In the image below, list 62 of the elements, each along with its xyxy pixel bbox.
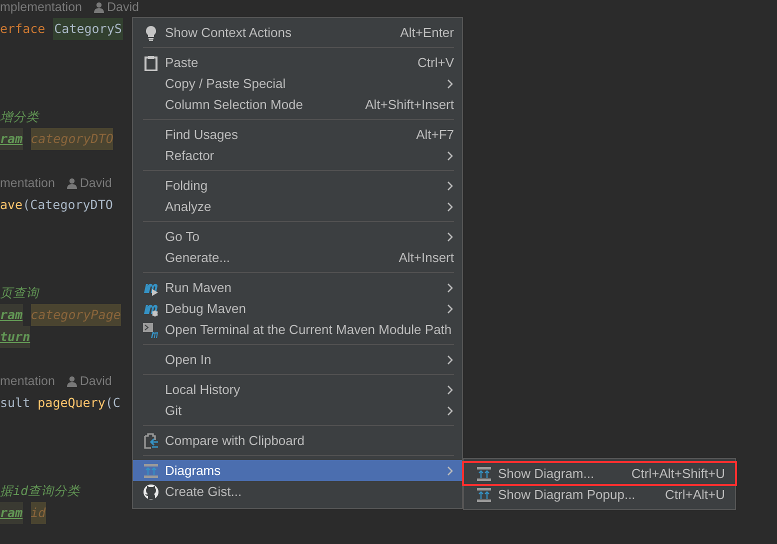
- menu-item[interactable]: Show Diagram Popup... Ctrl+Alt+U: [464, 484, 735, 505]
- menu-item[interactable]: Run Maven: [133, 277, 462, 298]
- menu-item[interactable]: Generate... Alt+Insert: [133, 247, 462, 268]
- menu-item[interactable]: Analyze: [133, 196, 462, 217]
- menu-item[interactable]: Open Terminal at the Current Maven Module Path: [133, 319, 462, 340]
- shortcut-label: Alt+Enter: [400, 24, 454, 42]
- menu-item[interactable]: Git: [133, 400, 462, 421]
- doc-param: categoryPage: [30, 304, 121, 326]
- inlay-hint: mentation: [0, 175, 55, 192]
- menu-item[interactable]: Diagrams: [133, 460, 462, 481]
- shortcut-label: Ctrl+Alt+U: [665, 486, 725, 504]
- shortcut-label: Alt+Shift+Insert: [365, 96, 454, 114]
- diagram-icon: [476, 486, 492, 502]
- code-identifier: CategoryS: [53, 18, 123, 40]
- compare-icon: [143, 432, 159, 448]
- cat-logo-icon: [143, 484, 159, 500]
- author-hint: David: [107, 0, 139, 16]
- doc-tag: ram: [0, 304, 23, 326]
- diagram-icon: [143, 462, 159, 478]
- menu-item[interactable]: Show Context Actions Alt+Enter: [133, 22, 462, 43]
- method-name: pageQuery: [38, 394, 106, 412]
- menu-item[interactable]: Copy / Paste Special: [133, 73, 462, 94]
- code-keyword: erface: [0, 20, 46, 38]
- shortcut-label: Alt+F7: [416, 126, 454, 144]
- terminal-icon: [143, 322, 159, 338]
- menu-item[interactable]: Compare with Clipboard: [133, 430, 462, 451]
- code-text: (CategoryDTO: [22, 196, 113, 214]
- menu-item[interactable]: Find Usages Alt+F7: [133, 124, 462, 145]
- doc-param: id: [30, 502, 46, 524]
- code-comment: 增分类: [0, 108, 39, 126]
- menu-item[interactable]: Create Gist...: [133, 481, 462, 502]
- doc-tag: ram: [0, 128, 23, 150]
- inlay-hint: mplementation: [0, 0, 82, 16]
- menu-item[interactable]: Refactor: [133, 145, 462, 166]
- person-icon: [94, 2, 104, 12]
- person-icon: [66, 178, 77, 188]
- shortcut-label: Ctrl+Alt+Shift+U: [631, 464, 725, 483]
- shortcut-label: Alt+Insert: [398, 248, 454, 267]
- menu-item[interactable]: Paste Ctrl+V: [133, 52, 462, 73]
- person-icon: [66, 376, 77, 386]
- code-comment: 据id查询分类: [0, 482, 80, 500]
- author-hint: David: [80, 175, 112, 192]
- menu-item[interactable]: Debug Maven: [133, 298, 462, 319]
- bulb-icon: [143, 24, 159, 40]
- menu-item[interactable]: Local History: [133, 379, 462, 400]
- doc-tag: ram: [0, 502, 23, 524]
- shortcut-label: Ctrl+V: [418, 54, 454, 72]
- author-hint: David: [80, 373, 112, 390]
- clipboard-icon: [143, 54, 159, 70]
- menu-item[interactable]: Open In: [133, 349, 462, 370]
- code-comment: 页查询: [0, 284, 39, 302]
- menu-item[interactable]: Folding: [133, 175, 462, 196]
- inlay-hint: mentation: [0, 373, 55, 390]
- doc-param: categoryDTO: [30, 128, 114, 150]
- code-text: sult: [0, 394, 32, 412]
- doc-tag: turn: [0, 326, 30, 348]
- code-text: (C: [105, 394, 120, 412]
- menu-item[interactable]: Column Selection Mode Alt+Shift+Insert: [133, 94, 462, 115]
- method-name: ave: [0, 196, 23, 214]
- menu-item[interactable]: Show Diagram... Ctrl+Alt+Shift+U: [464, 463, 735, 484]
- diagram-icon: [476, 466, 492, 482]
- menu-item[interactable]: Go To: [133, 226, 462, 247]
